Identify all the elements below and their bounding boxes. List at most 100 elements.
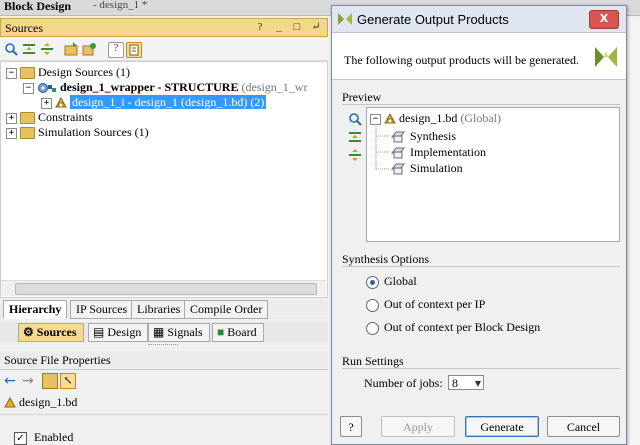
divider (342, 368, 620, 369)
collapse-all-icon[interactable] (348, 130, 362, 144)
radio-button[interactable] (366, 298, 379, 312)
option-global-radio[interactable]: Global (366, 274, 417, 289)
tree-item-label: design_1_i - design_1 (design_1.bd) (2) (70, 95, 267, 109)
divider (0, 414, 328, 415)
select-icon[interactable]: ↖ (60, 373, 76, 389)
minimize-button[interactable]: _ (273, 21, 285, 33)
sources-toolbar: ? (0, 38, 328, 61)
search-icon[interactable] (348, 112, 362, 126)
radio-button[interactable] (366, 321, 379, 335)
tab-design[interactable]: ▤ Design (88, 323, 149, 342)
design-icon: ▤ (93, 325, 105, 339)
tab-ip-sources[interactable]: IP Sources (70, 300, 134, 319)
jobs-label: Number of jobs: (364, 376, 443, 390)
folder-icon (20, 112, 35, 125)
scrollbar-thumb[interactable] (15, 283, 317, 295)
expand-icon[interactable]: + (6, 112, 17, 124)
jobs-select[interactable]: 8 ▼ (448, 375, 484, 390)
expand-all-icon[interactable] (40, 42, 54, 56)
enabled-checkbox[interactable]: ✓ Enabled (14, 430, 73, 445)
back-arrow-icon[interactable]: ← (4, 373, 16, 389)
vivado-logo-icon (338, 13, 352, 29)
tab-label: Sources (36, 325, 77, 339)
expand-all-icon[interactable] (348, 148, 362, 162)
expand-icon[interactable]: + (6, 127, 17, 139)
preview-root-note: (Global) (460, 111, 501, 125)
preview-item-synthesis[interactable]: Synthesis (391, 129, 456, 144)
generate-button[interactable]: Generate (465, 416, 539, 437)
splitter-grip[interactable] (148, 344, 178, 348)
tab-label: Signals (167, 325, 203, 339)
sources-tree: − Design Sources (1) − design_1_wrapper … (0, 61, 328, 298)
horizontal-scrollbar[interactable] (1, 280, 326, 296)
tree-item-label: design_1_wrapper - STRUCTURE (60, 80, 239, 94)
float-button[interactable]: ↵ (310, 21, 322, 33)
tree-item-design-wrapper[interactable]: − design_1_wrapper - STRUCTURE (design_1… (23, 80, 307, 95)
sources-panel-title: Sources (5, 21, 43, 35)
source-file-properties-title: Source File Properties (4, 353, 111, 367)
tree-item-label: Constraints (38, 110, 93, 124)
tab-libraries[interactable]: Libraries (131, 300, 187, 319)
block-design-icon (55, 95, 67, 109)
tree-item-design-1-i[interactable]: + design_1_i - design_1 (design_1.bd) (2… (41, 95, 267, 110)
generate-output-products-dialog: Generate Output Products X The following… (331, 5, 627, 445)
expand-icon[interactable]: + (41, 97, 52, 109)
tab-sources[interactable]: ⚙ Sources (18, 323, 84, 342)
option-ooc-per-ip-radio[interactable]: Out of context per IP (366, 297, 485, 312)
tree-item-design-sources[interactable]: − Design Sources (1) (6, 65, 130, 80)
add-sources-icon[interactable] (64, 42, 78, 56)
forward-arrow-icon[interactable]: → (22, 373, 34, 389)
help-icon[interactable]: ? (108, 42, 124, 58)
sources-subtabs: Hierarchy IP Sources Libraries Compile O… (0, 300, 328, 319)
module-icon (37, 80, 57, 94)
main-tabs: ⚙ Sources ▤ Design ▦ Signals ■ Board (0, 322, 328, 342)
add-ip-icon[interactable] (82, 42, 96, 56)
close-button[interactable]: X (589, 10, 619, 29)
tab-signals[interactable]: ▦ Signals (148, 323, 210, 342)
tree-item-count: (1) (116, 65, 130, 79)
signals-icon: ▦ (153, 325, 165, 339)
radio-button[interactable] (366, 275, 379, 289)
tree-item-count: (1) (134, 125, 149, 139)
option-ooc-per-block-design-radio[interactable]: Out of context per Block Design (366, 320, 540, 335)
chevron-down-icon: ▼ (474, 379, 481, 388)
cancel-button[interactable]: Cancel (547, 416, 620, 437)
open-file-icon[interactable] (42, 373, 58, 389)
tab-hierarchy[interactable]: Hierarchy (3, 300, 68, 319)
tree-item-detail: (design_1_wr (241, 80, 308, 94)
properties-icon[interactable] (126, 42, 142, 58)
maximize-button[interactable]: □ (291, 21, 303, 33)
jobs-value: 8 (452, 376, 458, 390)
window-subtitle: - design_1 * (93, 0, 148, 11)
option-label: Global (384, 274, 417, 288)
preview-item-simulation[interactable]: Simulation (391, 161, 463, 176)
preview-item-label: Synthesis (410, 129, 457, 143)
dialog-banner: The following output products will be ge… (332, 33, 626, 80)
help-button[interactable]: ? (254, 21, 266, 33)
sources-panel-header: Sources ? _ □ ↵ (0, 18, 328, 37)
apply-button[interactable]: Apply (381, 416, 455, 437)
tab-compile-order[interactable]: Compile Order (184, 300, 269, 319)
collapse-all-icon[interactable] (22, 42, 36, 56)
tree-item-simulation-sources[interactable]: + Simulation Sources (1) (6, 125, 149, 140)
dialog-message: The following output products will be ge… (344, 53, 579, 67)
search-icon[interactable] (4, 42, 18, 56)
preview-item-implementation[interactable]: Implementation (391, 145, 486, 160)
folder-icon (20, 127, 35, 140)
xilinx-logo-icon (595, 47, 617, 71)
board-icon: ■ (217, 325, 225, 339)
help-button[interactable]: ? (340, 416, 362, 437)
collapse-icon[interactable]: − (23, 82, 34, 94)
option-label: Out of context per Block Design (384, 320, 541, 334)
window-title: Block Design (4, 0, 72, 13)
run-settings-label: Run Settings (342, 354, 404, 368)
enabled-label: Enabled (34, 430, 74, 444)
tree-item-constraints[interactable]: + Constraints (6, 110, 93, 125)
source-file-properties-header: Source File Properties (0, 351, 328, 370)
collapse-icon[interactable]: − (6, 67, 17, 79)
checkbox-box[interactable]: ✓ (14, 431, 27, 445)
preview-item-label: Implementation (410, 145, 486, 159)
product-icon (391, 129, 407, 143)
option-label: Out of context per IP (384, 297, 486, 311)
tab-board[interactable]: ■ Board (212, 323, 264, 342)
